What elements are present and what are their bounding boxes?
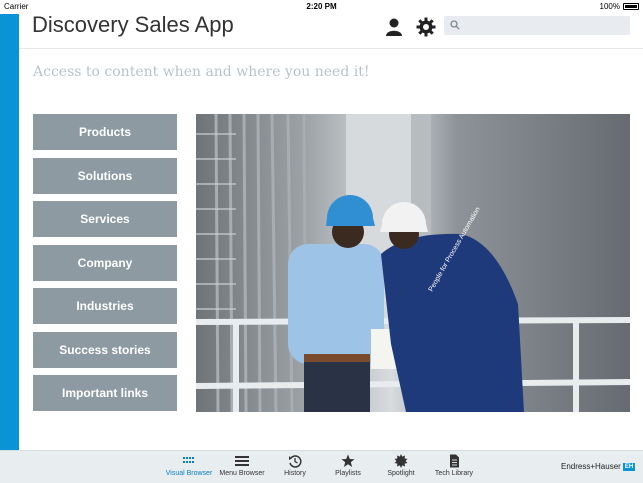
tab-bar: Visual Browser Menu Browser History Play… — [0, 450, 643, 483]
app-title: Discovery Sales App — [32, 12, 234, 37]
menu-icon — [235, 456, 249, 466]
nav-button-products[interactable]: Products — [33, 114, 177, 150]
tab-menu-browser[interactable]: Menu Browser — [215, 454, 269, 482]
tab-spotlight[interactable]: Spotlight — [374, 454, 428, 482]
burst-icon — [394, 454, 408, 468]
tab-label: Tech Library — [434, 470, 474, 477]
battery-indicator: 100% — [600, 2, 639, 11]
tab-visual-browser[interactable]: Visual Browser — [162, 454, 216, 482]
nav-button-industries[interactable]: Industries — [33, 288, 177, 324]
battery-percent: 100% — [599, 2, 620, 11]
user-icon[interactable] — [385, 17, 403, 37]
brand-name: Endress+Hauser — [561, 462, 621, 471]
tagline: Access to content when and where you nee… — [33, 64, 370, 80]
tab-label: History — [284, 470, 306, 477]
hero-image: People for Process Automation — [196, 114, 630, 412]
battery-icon — [623, 3, 639, 10]
search-icon — [450, 20, 460, 30]
accent-stripe — [0, 0, 19, 450]
nav-button-company[interactable]: Company — [33, 245, 177, 281]
star-icon — [341, 454, 355, 467]
worker-white-helmet: People for Process Automation — [380, 202, 524, 412]
document-icon — [450, 454, 459, 468]
tab-tech-library[interactable]: Tech Library — [427, 454, 481, 482]
tab-playlists[interactable]: Playlists — [321, 454, 375, 482]
clock: 2:20 PM — [306, 2, 337, 11]
tab-history[interactable]: History — [268, 454, 322, 482]
tab-label: Playlists — [335, 470, 361, 477]
grid-dots-icon — [183, 457, 194, 463]
gear-icon[interactable] — [416, 17, 436, 37]
nav-button-important-links[interactable]: Important links — [33, 375, 177, 411]
history-icon — [289, 455, 302, 468]
brand-badge: EH — [622, 462, 636, 471]
tab-label: Visual Browser — [165, 470, 213, 477]
nav-button-success-stories[interactable]: Success stories — [33, 332, 177, 368]
search-input[interactable] — [464, 18, 628, 34]
tab-label: Spotlight — [387, 470, 415, 477]
tab-label: Menu Browser — [219, 470, 265, 477]
search-box[interactable] — [444, 16, 630, 35]
nav-button-services[interactable]: Services — [33, 201, 177, 237]
status-bar: Carrier 2:20 PM 100% — [0, 0, 643, 14]
app-header: Discovery Sales App — [19, 12, 643, 49]
nav-button-solutions[interactable]: Solutions — [33, 158, 177, 194]
hero-illustration: People for Process Automation — [196, 114, 630, 412]
brand-logo: Endress+Hauser EH — [561, 462, 636, 471]
